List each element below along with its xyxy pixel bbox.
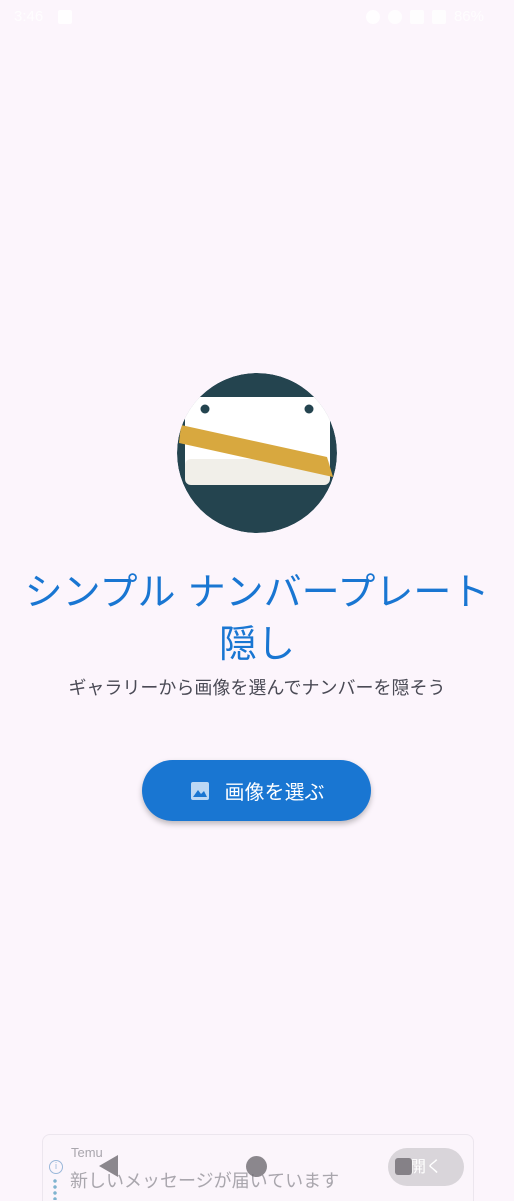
choose-image-label: 画像を選ぶ (224, 780, 325, 804)
license-plate-icon (177, 373, 337, 533)
page-subtitle: ギャラリーから画像を選んでナンバーを隠そう (68, 678, 446, 699)
status-bar: 3:46 86% (0, 0, 514, 34)
recents-icon[interactable] (395, 1158, 412, 1175)
dots-indicator-icon (53, 1178, 57, 1200)
status-icons: 86% (365, 8, 484, 25)
wifi-icon (387, 9, 402, 24)
image-icon (189, 780, 211, 802)
notification-icon (58, 10, 72, 24)
data-saver-icon (365, 9, 380, 24)
battery-percent: 86% (453, 8, 484, 25)
home-icon[interactable] (246, 1156, 267, 1177)
choose-image-button[interactable]: 画像を選ぶ (142, 760, 371, 821)
status-time: 3:46 (14, 8, 44, 25)
page-title: シンプル ナンバープレート隠し (24, 570, 490, 666)
back-icon[interactable] (99, 1155, 118, 1177)
info-icon: i (49, 1160, 63, 1174)
signal-icon (409, 9, 424, 24)
battery-icon (431, 9, 446, 24)
